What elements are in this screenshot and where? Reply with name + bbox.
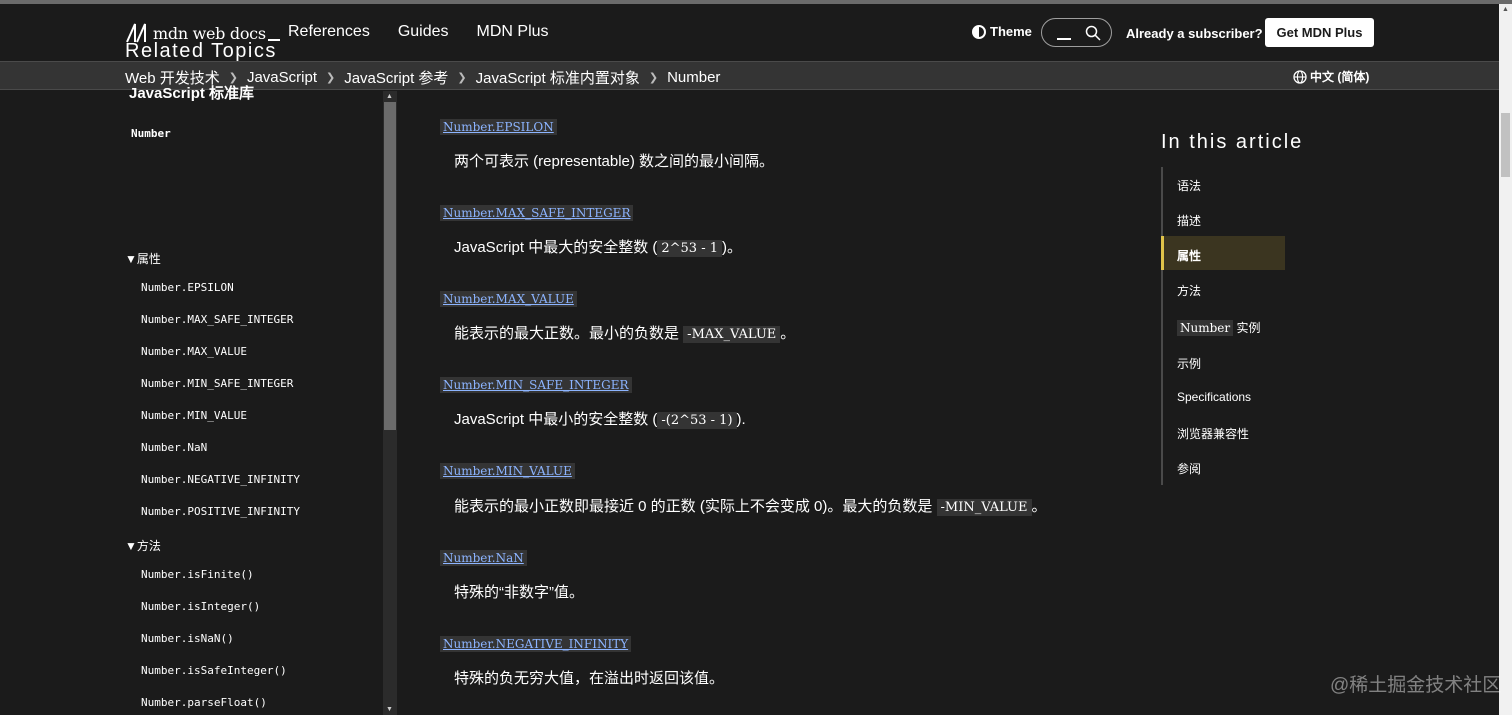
- sidebar-link[interactable]: Number.isSafeInteger(): [141, 664, 287, 677]
- property-link[interactable]: Number.NaN: [440, 550, 527, 566]
- property-link[interactable]: Number.EPSILON: [440, 119, 557, 135]
- sidebar-link[interactable]: Number.POSITIVE_INFINITY: [141, 505, 300, 518]
- sidebar-scrollbar-thumb[interactable]: [384, 102, 396, 430]
- inline-code: 2^53 - 1: [657, 240, 722, 257]
- property-description: JavaScript 中最大的安全整数 (2^53 - 1)。: [454, 236, 742, 257]
- description-text: ).: [736, 411, 746, 428]
- chevron-right-icon: ❯: [326, 72, 336, 84]
- breadcrumb-item[interactable]: JavaScript 参考: [344, 67, 448, 88]
- watermark-text: @稀土掘金技术社区: [1330, 675, 1502, 696]
- toc-item-specifications[interactable]: Specifications: [1177, 390, 1251, 404]
- description-text: JavaScript 中最小的安全整数 (: [454, 411, 658, 428]
- inline-code: -MIN_VALUE: [936, 499, 1032, 516]
- sidebar-link[interactable]: Number.MIN_VALUE: [141, 409, 247, 422]
- sidebar-link[interactable]: Number.MIN_SAFE_INTEGER: [141, 377, 293, 390]
- description-text: 能表示的最大正数。最小的负数是: [454, 325, 684, 342]
- toc-inline-code: Number: [1177, 320, 1234, 336]
- toc-item-examples[interactable]: 示例: [1177, 355, 1201, 372]
- theme-button[interactable]: Theme: [972, 24, 1032, 39]
- property-description: 特殊的负无穷大值，在溢出时返回该值。: [454, 670, 725, 687]
- search-input[interactable]: [1041, 18, 1112, 47]
- main-nav: References Guides MDN Plus: [288, 23, 549, 41]
- page-scrollbar[interactable]: [1499, 4, 1512, 715]
- get-mdn-plus-button[interactable]: Get MDN Plus: [1265, 18, 1374, 47]
- nav-guides[interactable]: Guides: [398, 23, 449, 41]
- toc-item-properties[interactable]: 属性: [1177, 247, 1201, 264]
- sidebar-section-properties[interactable]: ▼属性: [125, 250, 161, 267]
- description-text: JavaScript 中最大的安全整数 (: [454, 239, 658, 256]
- search-icon[interactable]: [1085, 25, 1101, 41]
- sidebar-link[interactable]: Number.isInteger(): [141, 600, 260, 613]
- language-label: 中文 (简体): [1310, 70, 1370, 84]
- search-cursor: [1057, 38, 1071, 40]
- toc-item-browser-compat[interactable]: 浏览器兼容性: [1177, 425, 1249, 442]
- scroll-up-icon[interactable]: ▲: [386, 93, 393, 100]
- chevron-right-icon: ❯: [457, 72, 467, 84]
- page-scrollbar-thumb[interactable]: [1501, 113, 1510, 177]
- toc-divider: [1161, 167, 1163, 485]
- breadcrumb-item[interactable]: Number: [667, 69, 720, 86]
- scroll-down-icon[interactable]: ▼: [386, 706, 393, 713]
- main-content: [397, 91, 1137, 715]
- property-description: 能表示的最大正数。最小的负数是 -MAX_VALUE。: [454, 322, 795, 343]
- nav-mdn-plus[interactable]: MDN Plus: [477, 23, 549, 41]
- sidebar-link[interactable]: Number.isNaN(): [141, 632, 234, 645]
- inline-code: -MAX_VALUE: [683, 326, 781, 343]
- nav-references[interactable]: References: [288, 23, 370, 41]
- toc-item-methods[interactable]: 方法: [1177, 282, 1201, 299]
- description-text: 能表示的最小正数即最接近 0 的正数 (实际上不会变成 0)。最大的负数是: [454, 498, 937, 515]
- property-link[interactable]: Number.MIN_VALUE: [440, 463, 575, 479]
- subscriber-login-link[interactable]: Already a subscriber?: [1126, 26, 1263, 41]
- globe-icon: [1293, 69, 1307, 84]
- description-text: 。: [780, 325, 796, 342]
- toc-item-syntax[interactable]: 语法: [1177, 177, 1201, 194]
- sidebar-current-item[interactable]: Number: [131, 127, 171, 140]
- theme-label: Theme: [990, 24, 1032, 39]
- toc-item-label: 实例: [1236, 321, 1261, 335]
- sidebar-link[interactable]: Number.MAX_SAFE_INTEGER: [141, 313, 293, 326]
- language-switcher[interactable]: 中文 (简体): [1293, 68, 1369, 85]
- property-link[interactable]: Number.NEGATIVE_INFINITY: [440, 636, 632, 652]
- sidebar-library-heading: JavaScript 标准库: [129, 85, 255, 102]
- property-description: 两个可表示 (representable) 数之间的最小间隔。: [454, 153, 775, 170]
- toc-title: In this article: [1161, 131, 1304, 153]
- sidebar-link[interactable]: Number.isFinite(): [141, 568, 254, 581]
- sidebar-link[interactable]: Number.parseFloat(): [141, 696, 267, 709]
- property-link[interactable]: Number.MIN_SAFE_INTEGER: [440, 377, 632, 393]
- toc-item-instances[interactable]: Number 实例: [1177, 319, 1261, 336]
- description-text: )。: [722, 239, 742, 256]
- inline-code: -(2^53 - 1): [657, 412, 737, 429]
- property-description: 特殊的“非数字”值。: [454, 584, 584, 601]
- property-description: JavaScript 中最小的安全整数 (-(2^53 - 1)).: [454, 408, 746, 429]
- sidebar: [0, 91, 383, 715]
- description-text: 。: [1031, 498, 1047, 515]
- chevron-right-icon: ❯: [648, 72, 659, 84]
- property-link[interactable]: Number.MAX_VALUE: [440, 291, 577, 307]
- breadcrumb-item[interactable]: JavaScript: [247, 69, 317, 86]
- sidebar-link[interactable]: Number.NEGATIVE_INFINITY: [141, 473, 300, 486]
- sidebar-title: Related Topics: [125, 40, 277, 62]
- sidebar-link[interactable]: Number.EPSILON: [141, 281, 234, 294]
- theme-contrast-icon: [972, 24, 986, 39]
- sidebar-section-methods[interactable]: ▼方法: [125, 537, 161, 554]
- sidebar-link[interactable]: Number.MAX_VALUE: [141, 345, 247, 358]
- property-description: 能表示的最小正数即最接近 0 的正数 (实际上不会变成 0)。最大的负数是 -M…: [454, 495, 1047, 516]
- toc-item-description[interactable]: 描述: [1177, 212, 1201, 229]
- toc-item-see-also[interactable]: 参阅: [1177, 460, 1201, 477]
- sidebar-link[interactable]: Number.NaN: [141, 441, 207, 454]
- property-link[interactable]: Number.MAX_SAFE_INTEGER: [440, 205, 634, 221]
- scroll-up-icon[interactable]: ▲: [1502, 6, 1509, 13]
- breadcrumb-item[interactable]: JavaScript 标准内置对象: [476, 67, 640, 88]
